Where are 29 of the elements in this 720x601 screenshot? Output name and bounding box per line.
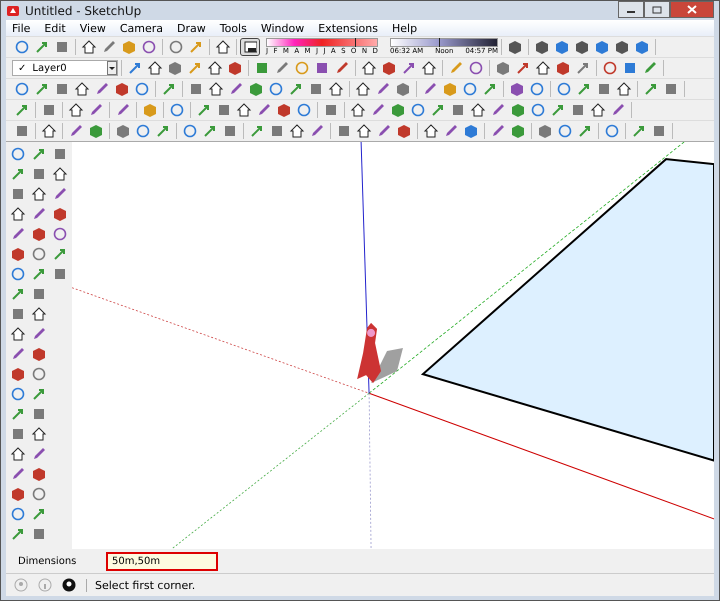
caret-icon — [107, 61, 117, 75]
layer-dropdown[interactable]: ✓ Layer0 — [12, 60, 118, 76]
menu-item[interactable]: Camera — [120, 22, 164, 34]
menu-item[interactable]: Draw — [177, 22, 206, 34]
menu-item[interactable]: View — [80, 22, 106, 34]
menu-item[interactable]: Window — [260, 22, 304, 34]
user-icon[interactable] — [62, 578, 76, 592]
menu-item[interactable]: Edit — [44, 22, 66, 34]
menu-item[interactable]: Extensions — [318, 22, 378, 34]
checkmark: ✓ — [18, 62, 26, 74]
shadow-toggle-icon[interactable] — [240, 38, 260, 56]
maximize-button[interactable] — [644, 1, 670, 18]
maximize-icon — [652, 6, 662, 14]
measurements-label: Dimensions — [17, 556, 78, 566]
time-slider[interactable] — [390, 38, 498, 47]
menu-item[interactable]: Help — [392, 22, 418, 34]
app-logo-icon — [6, 4, 20, 18]
figure-drawing — [357, 322, 403, 384]
menu-item[interactable]: Tools — [220, 22, 247, 34]
measurements-field[interactable]: 50m,50m — [106, 552, 218, 570]
close-button[interactable] — [670, 1, 714, 18]
date-slider[interactable] — [266, 38, 378, 47]
close-icon — [687, 5, 697, 14]
window-title: Untitled - SketchUp — [25, 4, 142, 18]
menu-item[interactable]: File — [12, 22, 30, 34]
status-text: Select first corner. — [86, 578, 196, 592]
info-icon[interactable] — [38, 578, 52, 592]
layer-name: Layer0 — [32, 62, 67, 74]
minimize-button[interactable] — [618, 1, 644, 18]
